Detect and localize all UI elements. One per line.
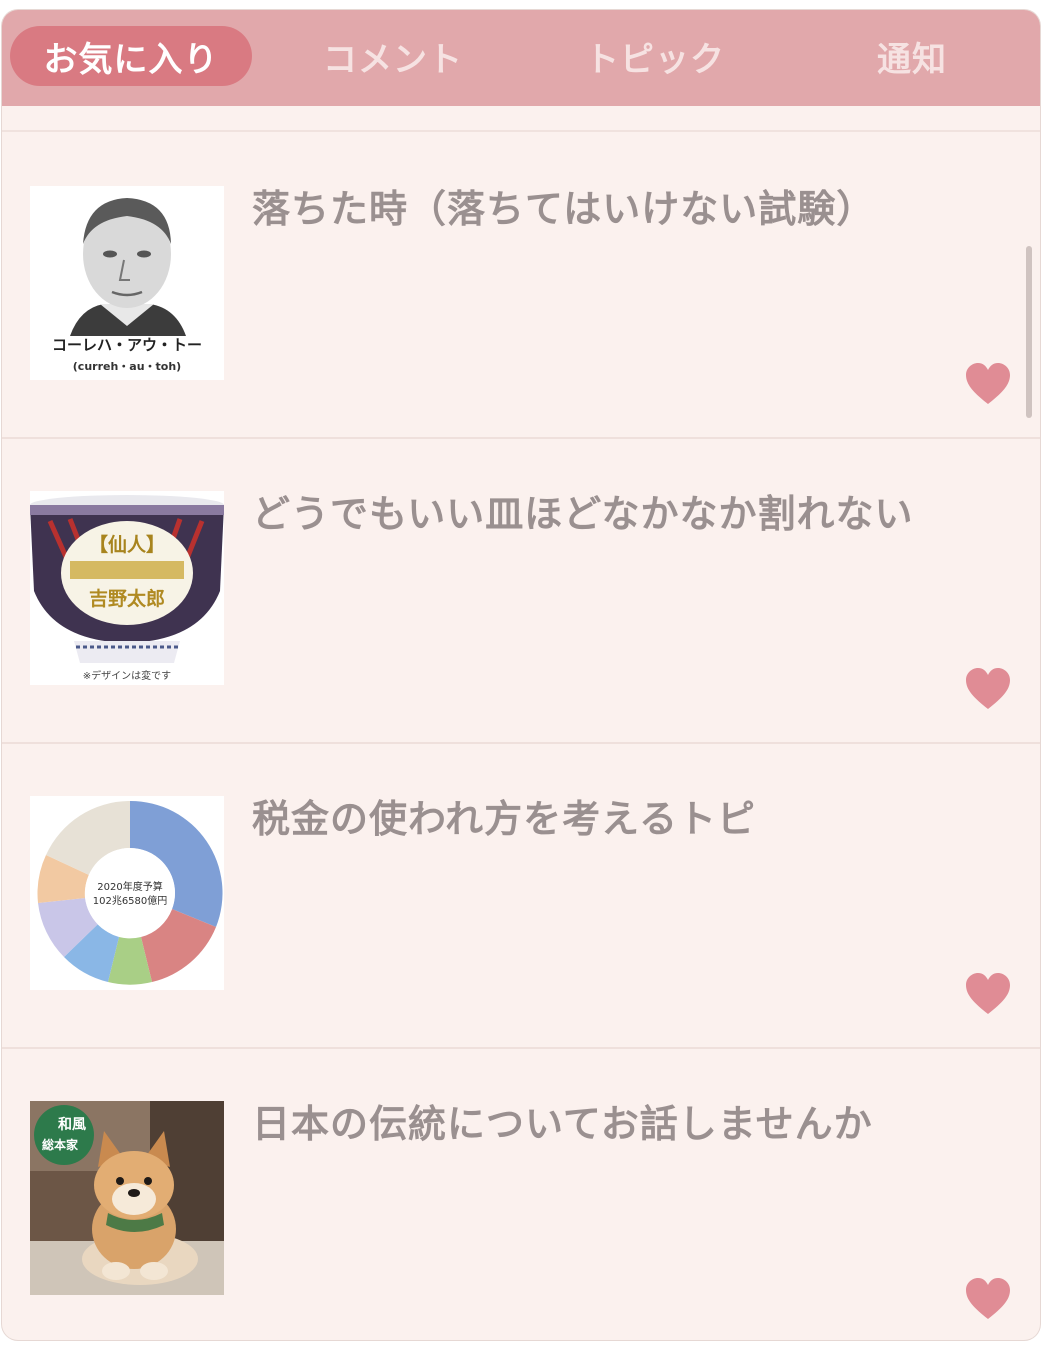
- thumbnail-rice-bowl: 【仙人】 吉野太郎 ※デザインは変です: [30, 491, 224, 685]
- thumbnail-caption: 和風: [58, 1117, 86, 1133]
- heart-icon[interactable]: [964, 1277, 1012, 1321]
- favorite-item[interactable]: 和風 総本家 日本の伝統についてお話しませんか: [2, 1047, 1040, 1340]
- thumbnail-subcaption: (curreh・au・toh): [73, 360, 181, 373]
- heart-icon[interactable]: [964, 972, 1012, 1016]
- heart-icon[interactable]: [964, 667, 1012, 711]
- thumbnail-note: ※デザインは変です: [83, 669, 171, 682]
- favorite-title[interactable]: 日本の伝統についてお話しませんか: [252, 1101, 992, 1147]
- tab-comments[interactable]: コメント: [300, 26, 486, 86]
- favorites-screen: お気に入り コメント トピック 通知 コーレハ・アウ・トー (curreh・au…: [2, 10, 1040, 1340]
- favorites-list[interactable]: コーレハ・アウ・トー (curreh・au・toh) 落ちた時（落ちてはいけない…: [2, 106, 1040, 1340]
- thumbnail-shiba-puppy: 和風 総本家: [30, 1101, 224, 1295]
- tab-favorites[interactable]: お気に入り: [10, 26, 252, 86]
- thumbnail-donut-chart: 2020年度予算 102兆6580億円: [30, 796, 224, 990]
- scrollbar[interactable]: [1026, 246, 1032, 418]
- thumbnail-caption: コーレハ・アウ・トー: [52, 336, 202, 354]
- list-top-divider: [2, 106, 1040, 132]
- thumbnail-caption: 【仙人】: [89, 533, 165, 556]
- tab-topics[interactable]: トピック: [562, 26, 748, 86]
- thumbnail-caption: 2020年度予算: [97, 880, 162, 893]
- favorite-item[interactable]: 2020年度予算 102兆6580億円 税金の使われ方を考えるトピ: [2, 742, 1040, 1049]
- thumbnail-subcaption: 102兆6580億円: [93, 894, 168, 907]
- thumbnail-subcaption: 総本家: [42, 1137, 79, 1152]
- favorite-item[interactable]: 【仙人】 吉野太郎 ※デザインは変です どうでもいい皿ほどなかなか割れない: [2, 437, 1040, 744]
- thumbnail-portrait-sketch: コーレハ・アウ・トー (curreh・au・toh): [30, 186, 224, 380]
- favorite-title[interactable]: 税金の使われ方を考えるトピ: [252, 796, 992, 842]
- favorite-title[interactable]: どうでもいい皿ほどなかなか割れない: [252, 491, 992, 537]
- favorite-title[interactable]: 落ちた時（落ちてはいけない試験）: [252, 186, 992, 232]
- tab-notifications[interactable]: 通知: [842, 26, 982, 86]
- favorite-item[interactable]: コーレハ・アウ・トー (curreh・au・toh) 落ちた時（落ちてはいけない…: [2, 132, 1040, 439]
- heart-icon[interactable]: [964, 362, 1012, 406]
- tab-bar: お気に入り コメント トピック 通知: [2, 10, 1040, 106]
- thumbnail-subcaption: 吉野太郎: [89, 587, 165, 610]
